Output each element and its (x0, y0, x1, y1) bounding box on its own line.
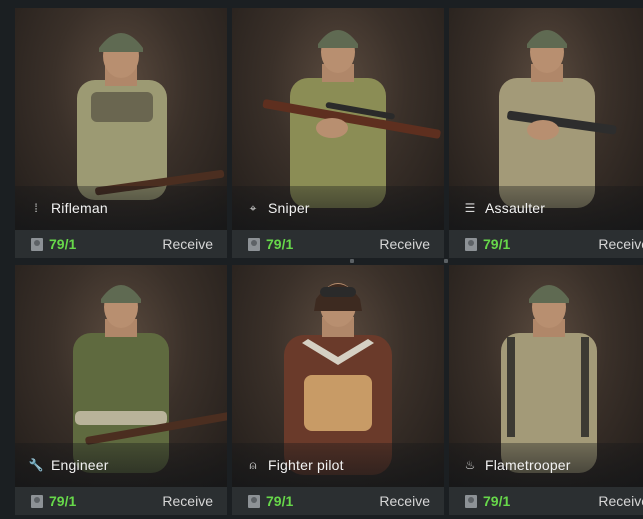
divider-dot (444, 259, 448, 263)
class-name-bar: ⍝ Fighter pilot (232, 443, 444, 487)
rifle-icon: ⁞ (34, 201, 38, 215)
class-name-bar: 🔧 Engineer (15, 443, 227, 487)
class-name: Rifleman (51, 200, 108, 216)
card-footer: 79/1 Receive (15, 230, 227, 258)
class-name-bar: ☰ Assaulter (449, 186, 643, 230)
receive-button[interactable]: Receive (598, 236, 643, 252)
soldier-count-icon (248, 494, 260, 508)
card-footer: 79/1 Receive (15, 487, 227, 515)
receive-button[interactable]: Receive (379, 493, 430, 509)
receive-button[interactable]: Receive (379, 236, 430, 252)
card-assaulter[interactable]: ☰ Assaulter 79/1 Receive (449, 8, 643, 258)
soldier-count-icon (465, 237, 477, 251)
receive-button[interactable]: Receive (162, 236, 213, 252)
soldier-count: 79/1 (49, 236, 77, 252)
soldier-class-grid: ⁞ Rifleman 79/1 Receive ⌖ Sniper 79/1 Re… (0, 0, 643, 519)
class-name-bar: ♨ Flametrooper (449, 443, 643, 487)
soldier-count-icon (31, 237, 43, 251)
card-flametrooper[interactable]: ♨ Flametrooper 79/1 Receive (449, 265, 643, 515)
card-footer: 79/1 Receive (449, 230, 643, 258)
soldier-count: 79/1 (483, 493, 511, 509)
class-name-bar: ⁞ Rifleman (15, 186, 227, 230)
soldier-count: 79/1 (266, 236, 294, 252)
soldier-count-icon (31, 494, 43, 508)
divider-dot (350, 259, 354, 263)
soldier-count: 79/1 (49, 493, 77, 509)
card-footer: 79/1 Receive (449, 487, 643, 515)
magazine-icon: ☰ (464, 201, 476, 215)
crosshair-icon: ⌖ (249, 200, 257, 215)
soldier-count-icon (248, 237, 260, 251)
class-name: Sniper (268, 200, 310, 216)
card-footer: 79/1 Receive (232, 230, 444, 258)
card-engineer[interactable]: 🔧 Engineer 79/1 Receive (15, 265, 227, 515)
class-name: Flametrooper (485, 457, 571, 473)
flame-icon: ♨ (464, 458, 476, 472)
class-name-bar: ⌖ Sniper (232, 186, 444, 230)
soldier-count: 79/1 (483, 236, 511, 252)
class-name: Engineer (51, 457, 109, 473)
card-rifleman[interactable]: ⁞ Rifleman 79/1 Receive (15, 8, 227, 258)
class-name: Assaulter (485, 200, 546, 216)
class-name: Fighter pilot (268, 457, 344, 473)
receive-button[interactable]: Receive (598, 493, 643, 509)
card-fighter-pilot[interactable]: ⍝ Fighter pilot 79/1 Receive (232, 265, 444, 515)
card-footer: 79/1 Receive (232, 487, 444, 515)
card-sniper[interactable]: ⌖ Sniper 79/1 Receive (232, 8, 444, 258)
pilot-helmet-icon: ⍝ (249, 457, 257, 472)
receive-button[interactable]: Receive (162, 493, 213, 509)
soldier-count-icon (465, 494, 477, 508)
soldier-count: 79/1 (266, 493, 294, 509)
wrench-icon: 🔧 (28, 458, 44, 472)
